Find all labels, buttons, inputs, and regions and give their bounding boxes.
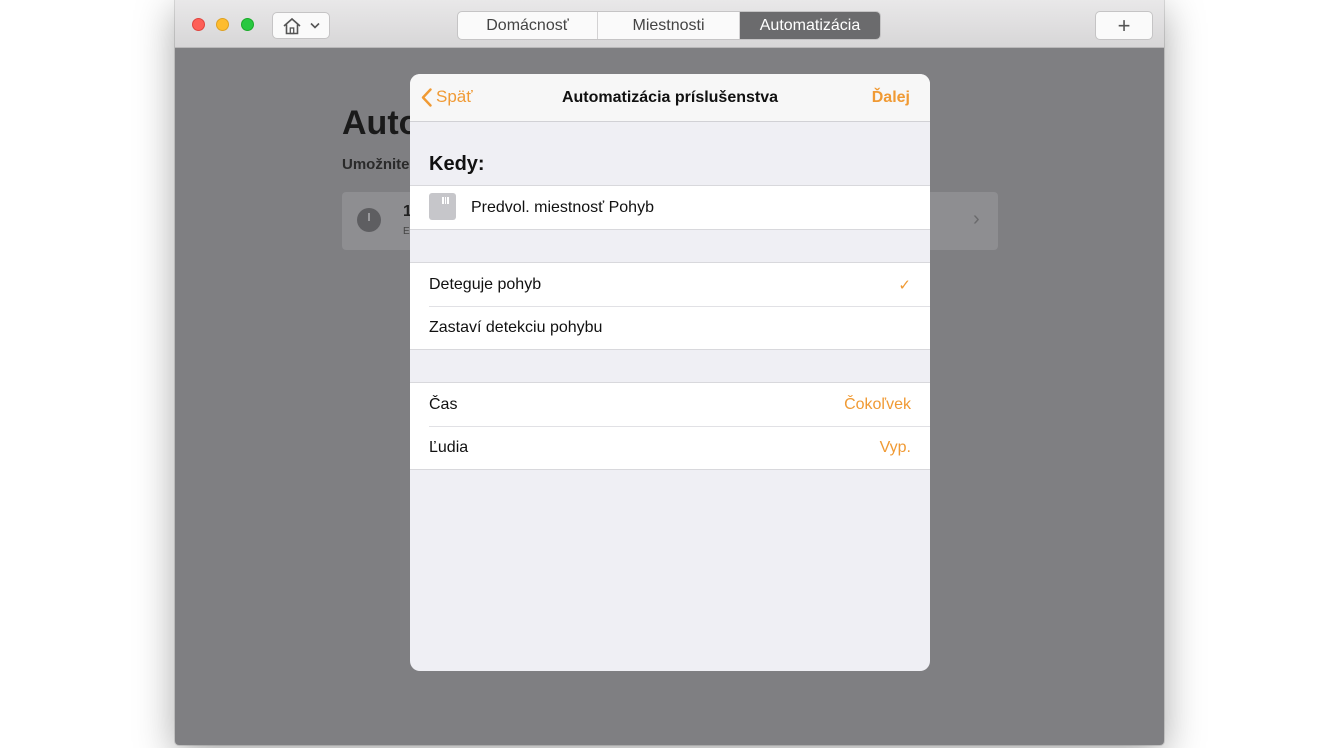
next-button[interactable]: Ďalej xyxy=(872,89,910,107)
option-stops-detecting-motion[interactable]: Zastaví detekciu pohybu xyxy=(410,306,930,349)
accessory-automation-sheet: Späť Automatizácia príslušenstva Ďalej K… xyxy=(410,74,930,671)
tab-rooms[interactable]: Miestnosti xyxy=(598,12,740,39)
option-label: Deteguje pohyb xyxy=(429,275,542,293)
home-selector-button[interactable] xyxy=(272,12,330,39)
conditions-group: Čas Čokoľvek Ľudia Vyp. xyxy=(410,382,930,470)
zoom-window-button[interactable] xyxy=(241,18,254,31)
minimize-window-button[interactable] xyxy=(216,18,229,31)
motion-sensor-icon xyxy=(429,193,456,220)
house-icon xyxy=(282,17,302,35)
condition-label: Ľudia xyxy=(429,438,469,456)
accessory-name: Predvol. miestnosť Pohyb xyxy=(471,198,654,216)
trigger-options-group: Deteguje pohyb ✓ Zastaví detekciu pohybu xyxy=(410,262,930,350)
sheet-header: Späť Automatizácia príslušenstva Ďalej xyxy=(410,74,930,122)
page-title: Automatizácia xyxy=(342,104,412,142)
clock-icon xyxy=(357,208,381,232)
section-title: Kedy: xyxy=(429,153,485,175)
accessory-group: Predvol. miestnosť Pohyb xyxy=(410,185,930,230)
condition-value: Čokoľvek xyxy=(844,395,911,413)
option-label: Zastaví detekciu pohybu xyxy=(429,318,603,336)
view-segmented-control: Domácnosť Miestnosti Automatizácia xyxy=(457,11,881,40)
people-condition-row[interactable]: Ľudia Vyp. xyxy=(410,426,930,469)
sheet-title: Automatizácia príslušenstva xyxy=(561,89,779,106)
accessory-row[interactable]: Predvol. miestnosť Pohyb xyxy=(410,186,930,229)
chevron-right-icon: › xyxy=(973,208,980,230)
condition-label: Čas xyxy=(429,395,458,413)
add-button[interactable]: + xyxy=(1095,11,1153,40)
tab-home[interactable]: Domácnosť xyxy=(458,12,598,39)
app-window: Domácnosť Miestnosti Automatizácia + Aut… xyxy=(175,0,1164,745)
close-window-button[interactable] xyxy=(192,18,205,31)
page-subtitle: Umožnite xyxy=(342,156,410,173)
option-detects-motion[interactable]: Deteguje pohyb ✓ xyxy=(410,263,930,306)
automation-card-subtitle: E xyxy=(403,226,410,237)
chevron-down-icon xyxy=(310,22,320,29)
time-condition-row[interactable]: Čas Čokoľvek xyxy=(410,383,930,426)
title-bar: Domácnosť Miestnosti Automatizácia + xyxy=(175,0,1164,48)
tab-automation[interactable]: Automatizácia xyxy=(740,12,880,39)
condition-value: Vyp. xyxy=(879,438,911,456)
checkmark-icon: ✓ xyxy=(898,276,911,294)
